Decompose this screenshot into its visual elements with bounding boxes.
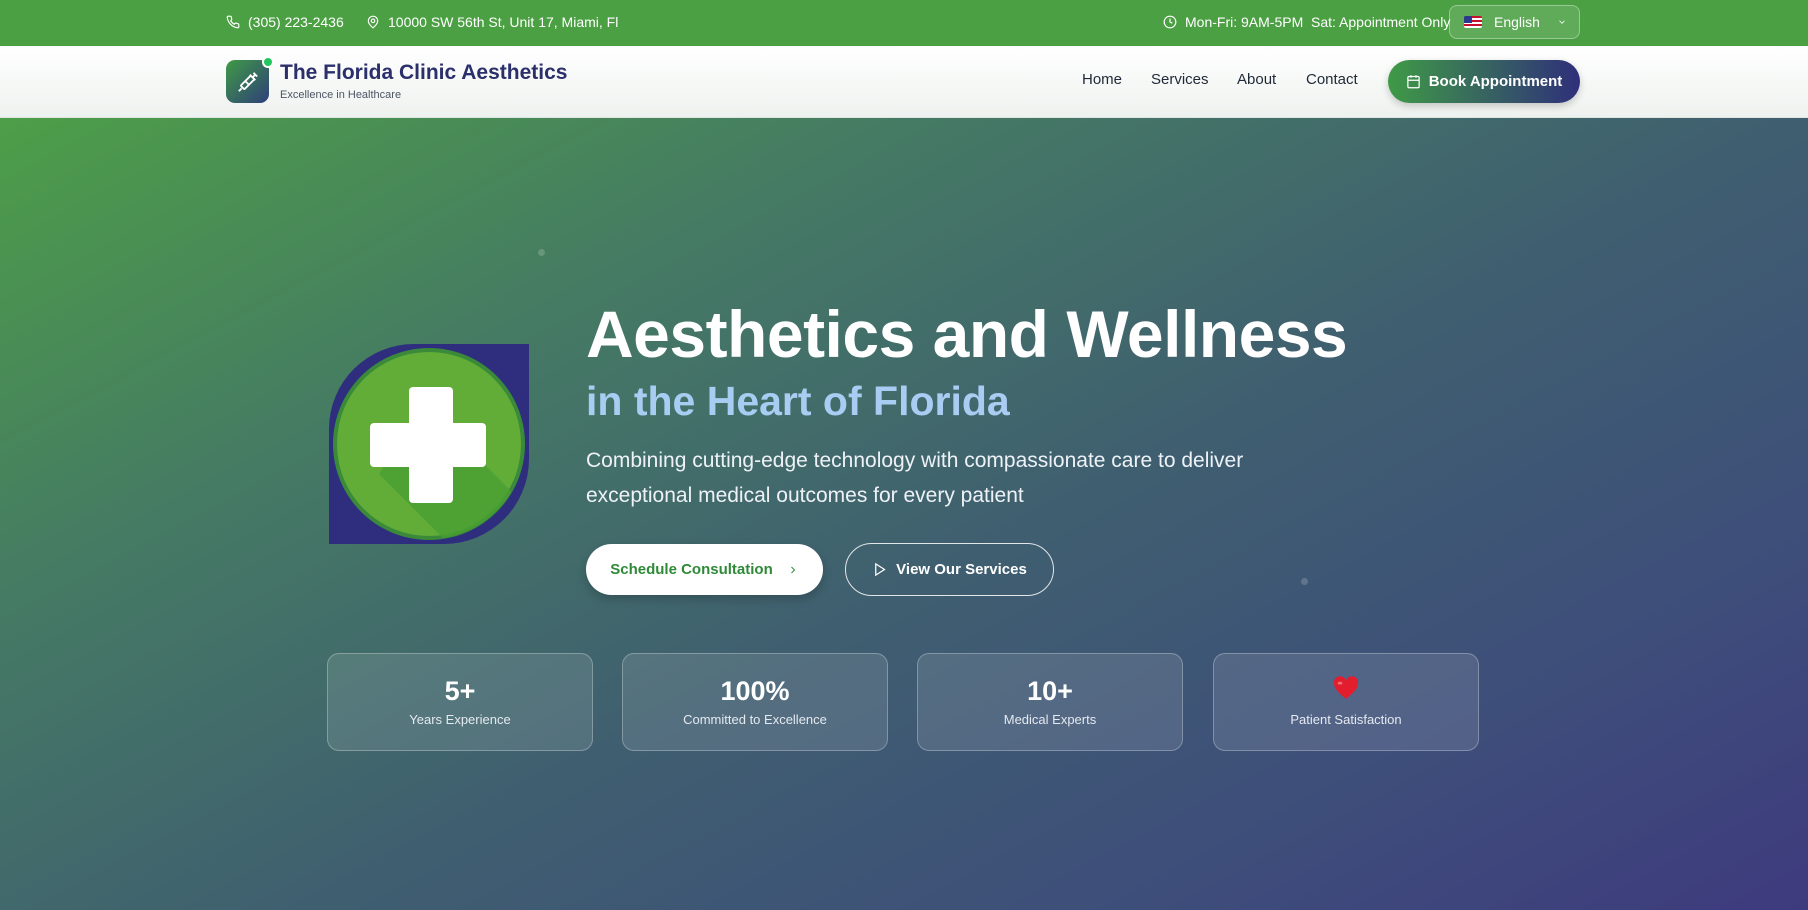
hours-info: Mon-Fri: 9AM-5PM Sat: Appointment Only [1163,0,1450,44]
stat-card-satisfaction: Patient Satisfaction [1213,653,1479,751]
stat-value: 5+ [444,676,476,706]
us-flag-icon [1464,16,1482,28]
chevron-down-icon [1559,20,1565,24]
syringe-icon [237,71,258,92]
decorative-dot [538,249,545,256]
decorative-dot [1301,578,1308,585]
book-appointment-label: Book Appointment [1428,73,1563,90]
address-info: 10000 SW 56th St, Unit 17, Miami, Fl [366,0,618,44]
schedule-consultation-button[interactable]: Schedule Consultation [586,544,823,595]
hero-description: Combining cutting-edge technology with c… [586,449,1244,507]
stat-value [1214,676,1478,706]
clock-icon [1163,15,1177,29]
hero-subtitle: in the Heart of Florida [586,378,1010,424]
phone-contact[interactable]: (305) 223-2436 [226,0,344,44]
stat-card-experts: 10+ Medical Experts [917,653,1183,751]
stat-card-years: 5+ Years Experience [327,653,593,751]
language-label: English [1494,14,1540,30]
online-status-dot [262,56,274,68]
stat-label: Committed to Excellence [683,712,827,727]
language-selector[interactable]: English [1449,5,1580,39]
play-icon [875,562,886,577]
stat-label: Patient Satisfaction [1290,712,1402,727]
heart-icon [1333,676,1359,699]
hero-title: Aesthetics and Wellness [586,297,1348,371]
nav-home[interactable]: Home [1082,71,1122,88]
book-appointment-button[interactable]: Book Appointment [1388,60,1580,103]
phone-number[interactable]: (305) 223-2436 [248,14,344,30]
address-text: 10000 SW 56th St, Unit 17, Miami, Fl [388,14,619,30]
phone-icon [226,15,240,29]
view-services-button[interactable]: View Our Services [845,543,1054,596]
site-logo[interactable] [226,60,269,103]
nav-services[interactable]: Services [1151,71,1209,88]
nav-contact[interactable]: Contact [1306,71,1358,88]
brand-tagline: Excellence in Healthcare [280,89,402,101]
brand-name[interactable]: The Florida Clinic Aesthetics [280,61,567,85]
stat-label: Years Experience [409,712,511,727]
schedule-consultation-label: Schedule Consultation [610,561,773,578]
chevron-right-icon [790,566,795,573]
hero-section: Aesthetics and Wellness in the Heart of … [0,118,1808,910]
hours-text: Mon-Fri: 9AM-5PM Sat: Appointment Only [1185,14,1451,30]
top-info-bar: (305) 223-2436 10000 SW 56th St, Unit 17… [0,0,1808,46]
nav-about[interactable]: About [1237,71,1276,88]
calendar-icon [1406,75,1420,89]
stat-value: 100% [720,676,790,706]
site-header: The Florida Clinic Aesthetics Excellence… [0,46,1808,118]
stat-value: 10+ [1027,676,1073,706]
map-pin-icon [367,15,379,29]
stat-card-commitment: 100% Committed to Excellence [622,653,888,751]
view-services-label: View Our Services [896,561,1027,578]
medical-cross-logo [329,344,529,544]
stat-label: Medical Experts [1003,712,1097,727]
